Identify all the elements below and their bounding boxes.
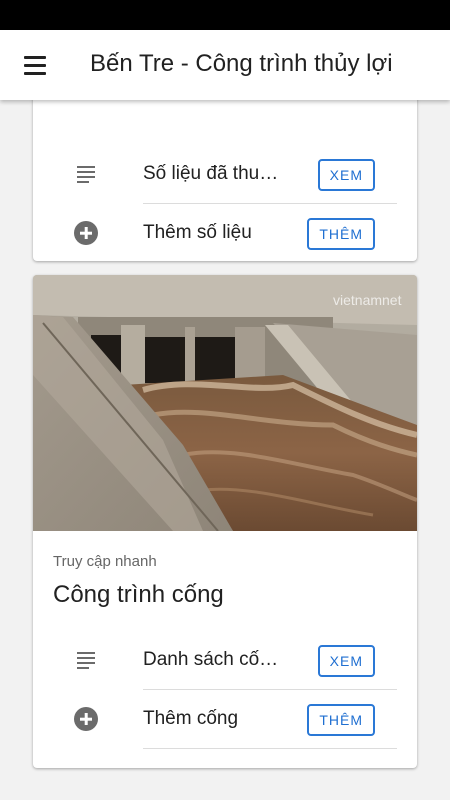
culvert-photo: vietnamnet — [33, 275, 417, 531]
list-item-label: Thêm cống — [143, 708, 239, 729]
list-item-culvert-list[interactable]: Danh sách cố… XEM — [33, 631, 417, 690]
menu-icon[interactable] — [14, 44, 56, 86]
app-title: Bến Tre - Công trình thủy lợi — [90, 50, 393, 77]
list-item-label: Thêm số liệu — [143, 222, 252, 243]
list-item-view-data[interactable]: Số liệu đã thu… XEM — [33, 145, 417, 204]
divider — [143, 748, 397, 749]
add-circle-icon — [74, 707, 98, 731]
content-scroll[interactable]: Số liệu quan trắc Số liệu đã thu… XEM Th… — [0, 100, 450, 800]
photo-watermark: vietnamnet — [333, 292, 402, 308]
list-item-add-culvert[interactable]: Thêm cống THÊM — [33, 690, 417, 749]
quick-access-label: Truy cập nhanh — [53, 553, 157, 570]
list-icon — [74, 162, 98, 186]
add-button[interactable]: THÊM — [307, 704, 375, 736]
list-item-add-data[interactable]: Thêm số liệu THÊM — [33, 204, 417, 261]
list-item-label: Danh sách cố… — [143, 649, 279, 670]
culvert-card: vietnamnet Truy cập nhanh Công trình cốn… — [33, 275, 417, 768]
list-item-label: Số liệu đã thu… — [143, 163, 279, 184]
view-button[interactable]: XEM — [317, 159, 375, 191]
add-button[interactable]: THÊM — [307, 218, 375, 250]
data-card: Số liệu quan trắc Số liệu đã thu… XEM Th… — [33, 100, 417, 261]
add-circle-icon — [74, 221, 98, 245]
list-icon — [74, 648, 98, 672]
card-title: Công trình cống — [53, 581, 224, 608]
status-bar — [0, 0, 450, 30]
view-button[interactable]: XEM — [317, 645, 375, 677]
app-bar: Bến Tre - Công trình thủy lợi — [0, 30, 450, 100]
